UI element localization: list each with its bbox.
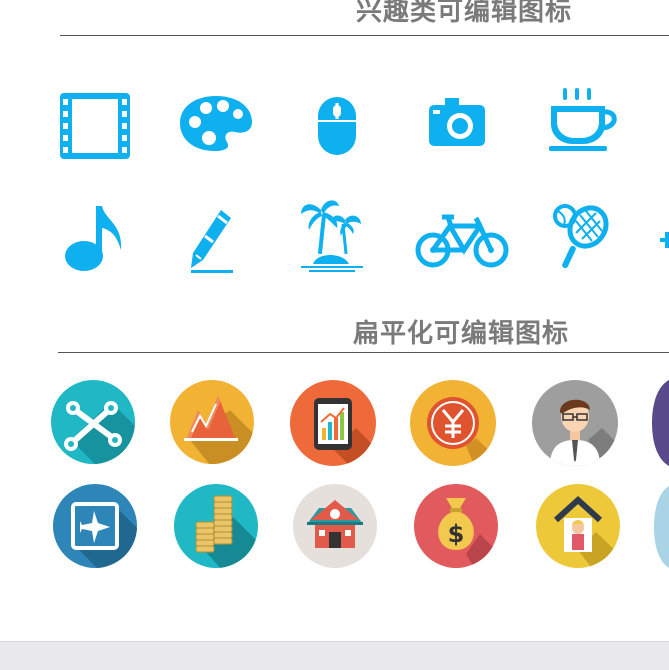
businessman-avatar-icon xyxy=(532,380,618,466)
bicycle-icon xyxy=(414,212,510,270)
section-title-interest: 兴趣类可编辑图标 xyxy=(356,0,573,27)
wrench-icon xyxy=(51,380,135,464)
chart-mountain-icon xyxy=(170,380,254,464)
pencil-icon xyxy=(187,208,237,274)
home-person-icon xyxy=(536,484,620,568)
tablet-chart-icon xyxy=(290,380,376,466)
partial-circle-icon xyxy=(652,380,669,466)
section-divider-flat xyxy=(58,352,669,353)
plus-icon xyxy=(660,232,669,248)
house-icon xyxy=(293,484,377,568)
tennis-racket-icon xyxy=(552,203,610,271)
partial-circle-icon-2 xyxy=(654,486,669,568)
svg-text:$: $ xyxy=(448,520,465,548)
palette-icon xyxy=(179,94,253,152)
palm-island-icon xyxy=(299,196,365,272)
section-title-flat: 扁平化可编辑图标 xyxy=(353,319,570,349)
money-bag-icon: $ xyxy=(414,484,498,568)
music-note-icon xyxy=(63,202,129,274)
section-divider-interest xyxy=(60,35,669,36)
airplane-sign-icon xyxy=(53,484,137,568)
coffee-cup-icon xyxy=(547,86,621,152)
film-icon xyxy=(58,91,132,161)
coin-stack-icon xyxy=(174,484,258,568)
camera-icon xyxy=(427,96,487,148)
yen-coin-icon xyxy=(410,380,496,466)
bottom-bar xyxy=(0,641,669,670)
mouse-icon xyxy=(316,95,358,157)
